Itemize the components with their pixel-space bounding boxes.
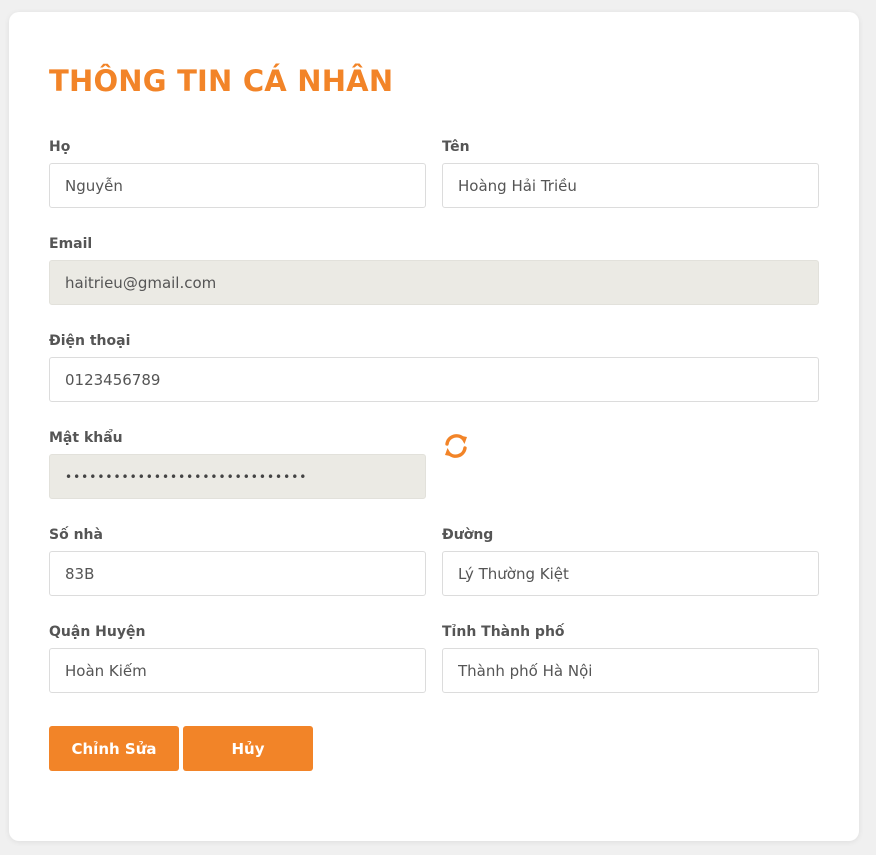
street-input[interactable] xyxy=(442,551,819,596)
house-number-input[interactable] xyxy=(49,551,426,596)
page-title: THÔNG TIN CÁ NHÂN xyxy=(49,64,394,98)
email-field xyxy=(49,260,819,305)
password-field xyxy=(49,454,426,499)
phone-input[interactable] xyxy=(49,357,819,402)
last-name-label: Họ xyxy=(49,139,71,155)
first-name-input[interactable] xyxy=(442,163,819,208)
edit-button[interactable]: Chỉnh Sửa xyxy=(49,726,179,771)
phone-label: Điện thoại xyxy=(49,333,131,349)
cancel-button[interactable]: Hủy xyxy=(183,726,313,771)
province-label: Tỉnh Thành phố xyxy=(442,624,565,640)
profile-card: THÔNG TIN CÁ NHÂN Họ Tên Email Điện thoạ… xyxy=(9,12,859,841)
refresh-icon[interactable] xyxy=(441,431,471,461)
email-label: Email xyxy=(49,236,93,252)
house-number-label: Số nhà xyxy=(49,527,103,543)
street-label: Đường xyxy=(442,527,494,543)
last-name-input[interactable] xyxy=(49,163,426,208)
district-label: Quận Huyện xyxy=(49,624,146,640)
province-input[interactable] xyxy=(442,648,819,693)
first-name-label: Tên xyxy=(442,139,470,155)
password-label: Mật khẩu xyxy=(49,430,123,446)
district-input[interactable] xyxy=(49,648,426,693)
